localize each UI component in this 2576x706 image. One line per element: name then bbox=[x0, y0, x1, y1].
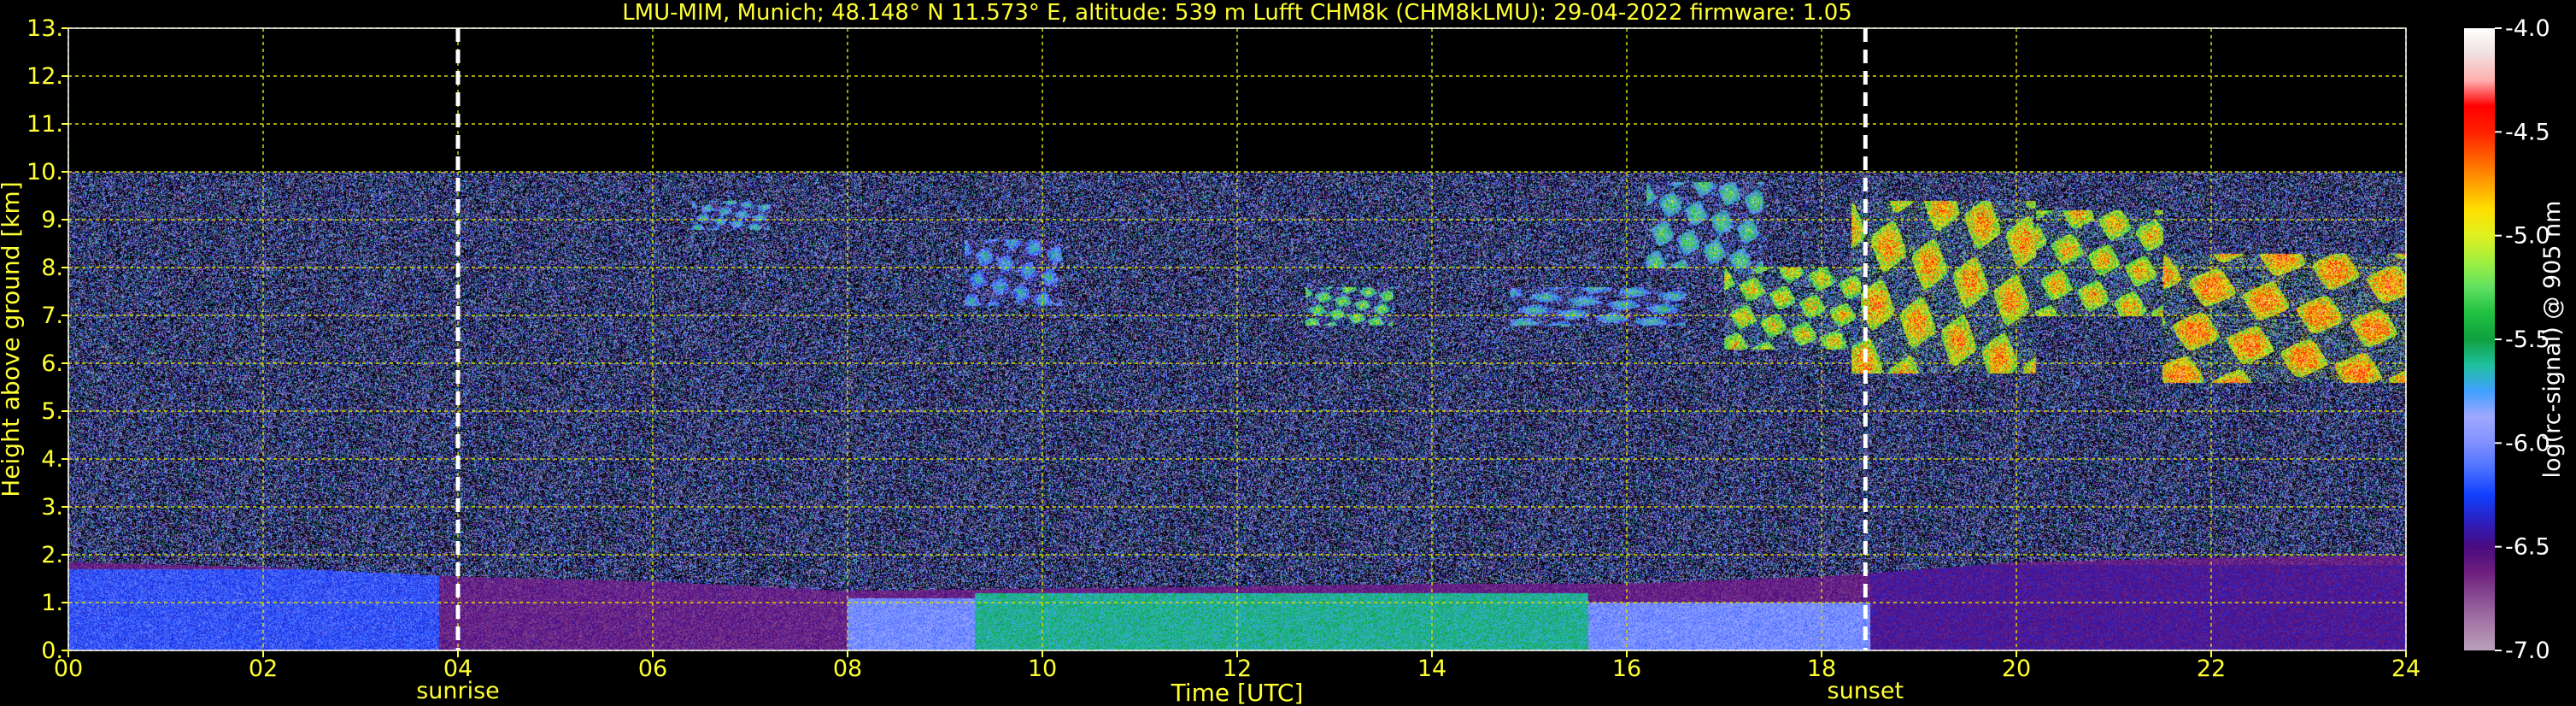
y-tick-label: 8. bbox=[41, 255, 63, 281]
colorbar-tick-label: -4.0 bbox=[2505, 15, 2550, 42]
x-tick-label: 24 bbox=[2391, 656, 2421, 682]
y-tick-label: 7. bbox=[41, 303, 63, 329]
y-tick-label: 10. bbox=[26, 159, 63, 185]
x-tick-label: 10 bbox=[1028, 656, 1057, 682]
x-axis-label: Time [UTC] bbox=[1171, 679, 1304, 706]
y-tick-label: 4. bbox=[41, 446, 63, 473]
colorbar-tick-label: -6.5 bbox=[2505, 534, 2550, 561]
colorbar-tick-label: -7.0 bbox=[2505, 638, 2550, 664]
y-tick-label: 1. bbox=[41, 590, 63, 616]
x-tick-label: 20 bbox=[2002, 656, 2031, 682]
colorbar: -4.0-4.5-5.0-5.5-6.0-6.5-7.0 bbox=[2464, 15, 2550, 664]
x-tick-label: 04 bbox=[443, 656, 472, 682]
x-tick-label: 06 bbox=[638, 656, 667, 682]
x-tick-label: 02 bbox=[249, 656, 278, 682]
y-tick-label: 0. bbox=[41, 638, 63, 664]
y-tick-label: 6. bbox=[41, 350, 63, 377]
colorbar-label: log(rc-signal) @ 905 nm bbox=[2539, 201, 2566, 479]
y-tick-label: 13. bbox=[26, 15, 63, 42]
colorbar-scale bbox=[2464, 28, 2495, 650]
x-tick-label: 22 bbox=[2197, 656, 2226, 682]
y-tick-label: 5. bbox=[41, 398, 63, 425]
y-tick-label: 12. bbox=[26, 63, 63, 90]
y-tick-label: 11. bbox=[26, 111, 63, 138]
colorbar-tick-label: -4.5 bbox=[2505, 119, 2550, 145]
event-label-sunset: sunset bbox=[1828, 678, 1904, 704]
y-axis-label: Height above ground [km] bbox=[0, 181, 25, 497]
ceilometer-chart: LMU-MIM, Munich; 48.148° N 11.573° E, al… bbox=[0, 0, 2566, 706]
x-tick-label: 14 bbox=[1417, 656, 1446, 682]
x-tick-label: 18 bbox=[1807, 656, 1836, 682]
y-tick-label: 2. bbox=[41, 542, 63, 568]
y-tick-label: 9. bbox=[41, 207, 63, 233]
x-tick-label: 08 bbox=[833, 656, 862, 682]
y-tick-label: 3. bbox=[41, 494, 63, 521]
chart-title: LMU-MIM, Munich; 48.148° N 11.573° E, al… bbox=[622, 0, 1852, 26]
x-tick-label: 16 bbox=[1612, 656, 1641, 682]
